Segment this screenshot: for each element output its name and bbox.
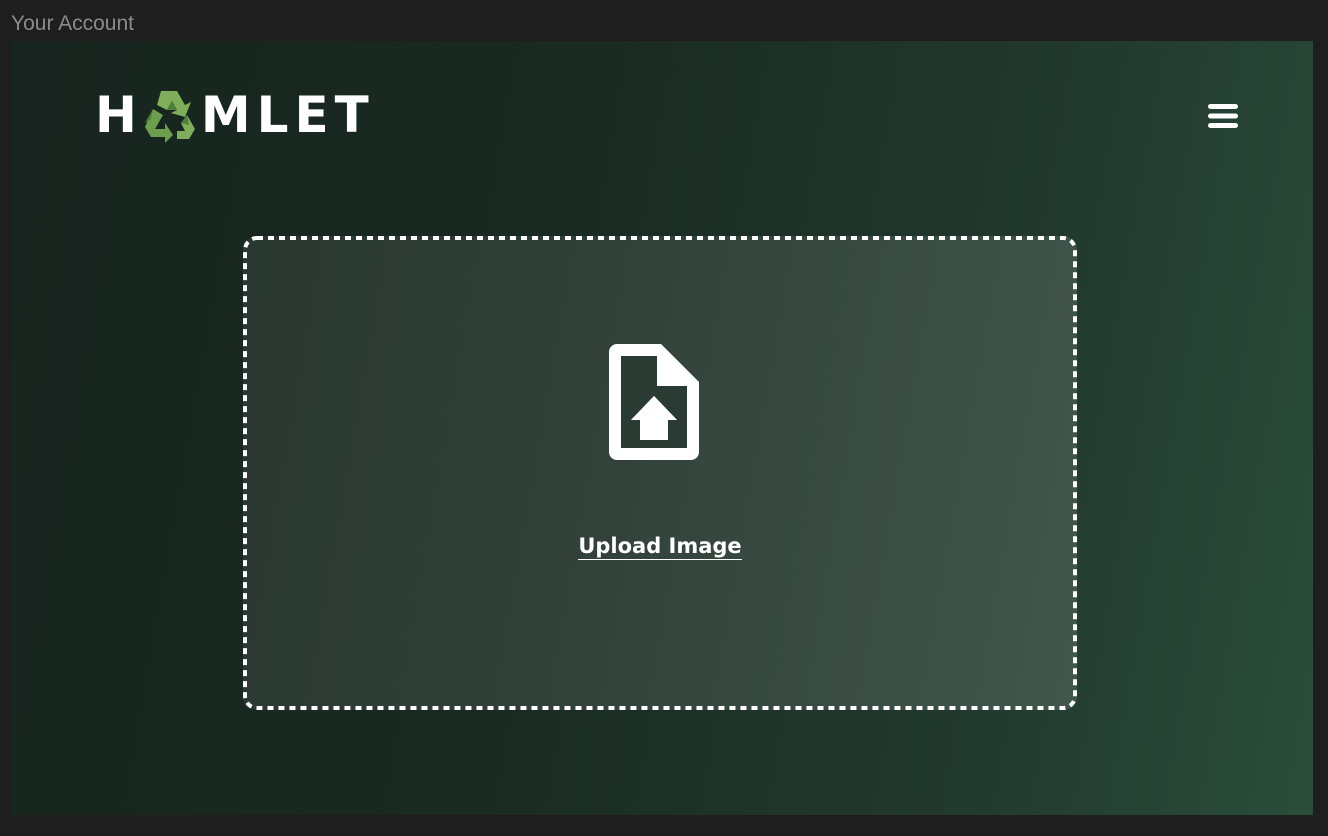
hamburger-menu-icon[interactable] <box>1206 101 1240 131</box>
logo-text-start: H <box>95 86 143 144</box>
upload-image-link[interactable]: Upload Image <box>578 534 742 560</box>
file-upload-icon <box>609 344 699 460</box>
window-title: Your Account <box>11 12 134 35</box>
dropzone-dashed-border <box>243 236 1077 710</box>
recycle-icon <box>144 91 195 143</box>
app-frame: H MLET Upload Image <box>11 41 1313 815</box>
hamlet-logo[interactable]: H MLET <box>95 85 375 145</box>
logo-text-end: MLET <box>200 86 375 144</box>
upload-dropzone[interactable]: Upload Image <box>243 236 1077 710</box>
upload-image-link-container: Upload Image <box>243 532 1077 560</box>
